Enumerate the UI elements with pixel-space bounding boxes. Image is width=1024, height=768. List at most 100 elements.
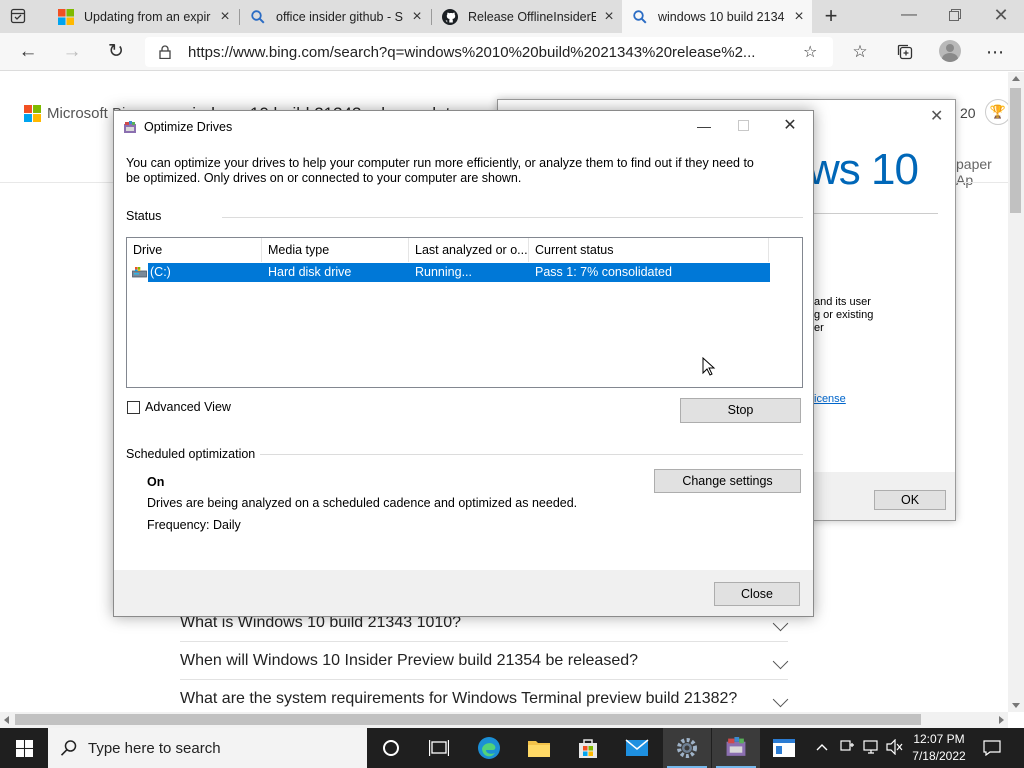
drive-row-c[interactable]: (C:) Hard disk drive Running... Pass 1: … (148, 263, 770, 282)
mail-icon (625, 739, 649, 756)
tab-updating-from-expired[interactable]: Updating from an expir × (48, 0, 238, 33)
taskbar-defragment[interactable] (712, 728, 760, 768)
status-group-divider (222, 217, 803, 218)
stop-button[interactable]: Stop (680, 398, 801, 423)
vertical-scrollbar-thumb[interactable] (1010, 88, 1021, 213)
tab-windows-10-build-active[interactable]: windows 10 build 2134 × (622, 0, 812, 33)
search-icon (60, 739, 78, 757)
taskbar-store[interactable] (564, 728, 612, 768)
partial-right-text: paper Ap (956, 156, 992, 188)
volume-muted-icon[interactable] (886, 738, 904, 758)
faq-question: What are the system requirements for Win… (180, 690, 738, 707)
tab-release-offlineinsider[interactable]: Release OfflineInsiderEr × (432, 0, 622, 33)
faq-question: When will Windows 10 Insider Preview bui… (180, 652, 639, 669)
tab-close-icon[interactable]: × (212, 8, 238, 26)
taskbar-edge[interactable] (465, 728, 513, 768)
windows-taskbar: Type here to search 12:07 PM 7/18/2022 (0, 728, 1024, 768)
forward-arrow-icon[interactable]: → (57, 38, 87, 66)
favorites-icon[interactable]: ☆ (849, 41, 871, 63)
schedule-description: Drives are being analyzed on a scheduled… (147, 496, 578, 510)
taskbar-file-explorer[interactable] (515, 728, 563, 768)
advanced-view-label[interactable]: Advanced View (145, 400, 231, 414)
task-view-button[interactable] (415, 728, 463, 768)
taskbar-mail[interactable] (613, 728, 661, 768)
notifications-icon[interactable] (983, 740, 1001, 759)
background-dialog-ok-button[interactable]: OK (874, 490, 946, 510)
taskbar-search-placeholder: Type here to search (88, 740, 221, 757)
dialog-maximize-button (738, 120, 749, 131)
rewards-trophy-icon[interactable]: 🏆 (985, 99, 1008, 125)
clock-time: 12:07 PM (913, 732, 965, 746)
settings-more-icon[interactable]: ⋯ (984, 41, 1006, 63)
rewards-count[interactable]: 20 (960, 105, 976, 121)
taskbar-app-window[interactable] (760, 728, 808, 768)
github-icon (442, 8, 458, 25)
tab-title: office insider github - S (276, 9, 403, 24)
status-group-label: Status (126, 209, 162, 223)
address-bar[interactable]: https://www.bing.com/search?q=windows%20… (145, 37, 833, 67)
dialog-close-button[interactable]: ✕ (778, 115, 802, 137)
start-button[interactable] (0, 728, 48, 768)
clock-date: 7/18/2022 (912, 749, 966, 763)
new-tab-button[interactable]: + (818, 3, 844, 29)
close-window-button[interactable]: ✕ (978, 0, 1024, 30)
restore-window-button[interactable] (932, 0, 978, 30)
tab-close-icon[interactable]: × (404, 8, 430, 26)
microsoft-logo-icon (24, 105, 41, 122)
dialog-minimize-button[interactable]: — (692, 115, 716, 137)
background-dialog-line-2: g or existing (814, 309, 874, 321)
profile-avatar[interactable] (939, 40, 961, 62)
taskbar-clock[interactable]: 12:07 PM 7/18/2022 (904, 731, 974, 765)
show-hidden-icons-chevron[interactable] (816, 739, 828, 755)
windows-start-icon (15, 739, 33, 757)
background-dialog-divider (814, 213, 938, 214)
refresh-icon[interactable]: ↻ (101, 38, 131, 66)
tab-actions-icon[interactable] (10, 8, 26, 24)
scheduled-optimization-label: Scheduled optimization (126, 447, 256, 461)
tab-close-icon[interactable]: × (596, 8, 622, 26)
cortana-icon (383, 740, 399, 756)
change-settings-button[interactable]: Change settings (654, 469, 801, 493)
advanced-view-checkbox[interactable] (127, 401, 140, 414)
background-dialog-line-1: and its user (814, 296, 871, 308)
folder-icon (528, 741, 550, 757)
background-dialog-link[interactable]: icense (814, 393, 846, 405)
chevron-down-icon (772, 615, 789, 632)
browser-toolbar: ← → ↻ https://www.bing.com/search?q=wind… (0, 33, 1024, 71)
taskbar-search-box[interactable]: Type here to search (48, 728, 367, 768)
edge-icon (478, 737, 500, 759)
cell-drive: (C:) (150, 265, 171, 279)
taskbar-settings[interactable] (663, 728, 711, 768)
bing-search-icon (250, 9, 266, 25)
schedule-frequency: Frequency: Daily (147, 518, 241, 532)
schedule-state: On (147, 475, 165, 489)
cell-last-analyzed: Running... (415, 265, 472, 279)
column-header-media-type[interactable]: Media type (262, 238, 409, 262)
url-text: https://www.bing.com/search?q=windows%20… (188, 44, 756, 61)
windows-logo-icon (58, 8, 74, 25)
cortana-button[interactable] (367, 728, 415, 768)
column-header-drive[interactable]: Drive (127, 238, 262, 262)
close-button[interactable]: Close (714, 582, 800, 606)
network-icon[interactable] (863, 739, 881, 758)
dialog-intro-text: You can optimize your drives to help you… (126, 156, 754, 185)
background-dialog-line-3: er (814, 322, 824, 334)
collections-icon[interactable] (894, 41, 916, 63)
back-arrow-icon[interactable]: ← (13, 38, 43, 66)
faq-item-3[interactable]: What are the system requirements for Win… (180, 679, 789, 712)
store-icon (579, 739, 597, 758)
minimize-window-button[interactable]: — (886, 0, 932, 30)
column-header-last-analyzed[interactable]: Last analyzed or o... (409, 238, 529, 262)
cell-current-status: Pass 1: 7% consolidated (535, 265, 672, 279)
bing-search-icon (632, 9, 648, 25)
faq-item-2[interactable]: When will Windows 10 Insider Preview bui… (180, 641, 789, 680)
network-device-icon[interactable] (839, 739, 855, 758)
tab-office-insider-github[interactable]: office insider github - S × (240, 0, 430, 33)
dialog-app-icon (123, 121, 137, 135)
add-favorite-icon[interactable]: ☆ (803, 42, 817, 62)
background-dialog-close-icon[interactable]: ✕ (930, 106, 943, 126)
dialog-title: Optimize Drives (144, 120, 233, 134)
horizontal-scrollbar-thumb[interactable] (15, 714, 921, 725)
tab-close-icon[interactable]: × (786, 8, 812, 26)
column-header-current-status[interactable]: Current status (529, 238, 769, 262)
